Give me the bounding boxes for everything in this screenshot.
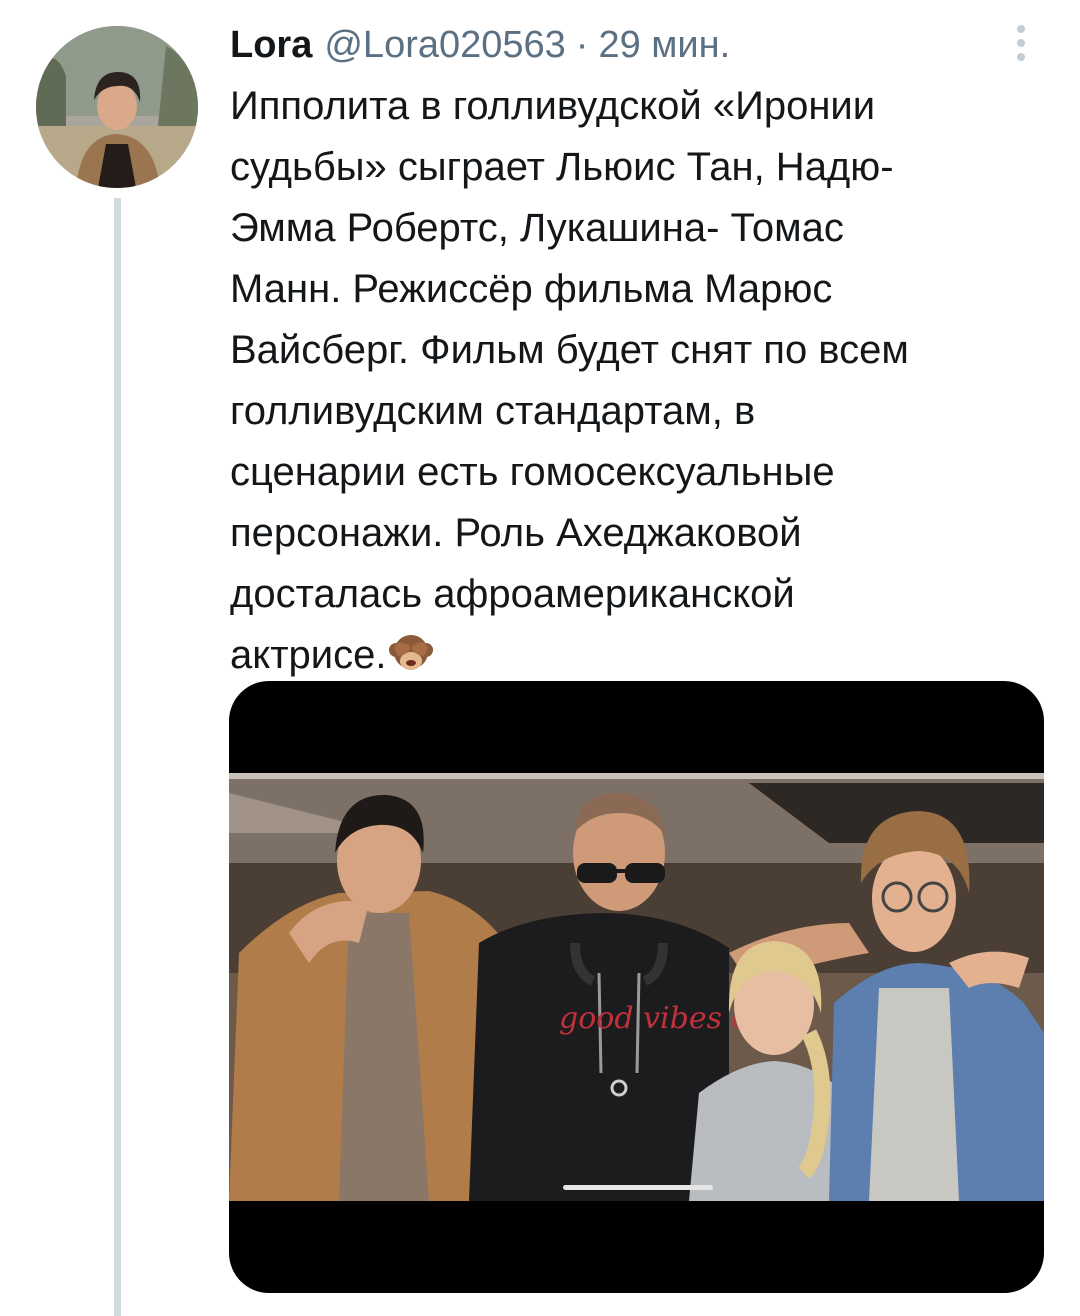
vertical-ellipsis-icon[interactable]	[1006, 20, 1036, 66]
tweet-text-line: актрисе.	[230, 633, 387, 677]
tweet-text-line: досталась афроамериканской	[230, 572, 795, 616]
tweet-timestamp[interactable]: 29 мин.	[598, 20, 730, 70]
tweet-text: Ипполита в голливудской «Иронии судьбы» …	[230, 76, 1030, 694]
tweet-header: Lora @Lora020563 · 29 мин.	[230, 20, 730, 70]
media-photo: good vibes only	[229, 773, 1044, 1201]
tweet-text-line: сценарии есть гомосексуальные	[230, 450, 835, 494]
author-avatar[interactable]	[36, 26, 198, 188]
tweet-text-line: Эмма Робертс, Лукашина- Томас	[230, 206, 844, 250]
avatar-photo	[36, 26, 198, 188]
thread-connector-line	[114, 198, 121, 1316]
media-scroll-indicator	[563, 1185, 713, 1190]
tweet-text-line: Ипполита в голливудской «Иронии	[230, 84, 876, 128]
tweet-text-line: судьбы» сыграет Льюис Тан, Надю-	[230, 145, 894, 189]
author-handle[interactable]: @Lora020563	[324, 20, 565, 70]
author-display-name[interactable]: Lora	[230, 20, 312, 70]
tweet-text-line: голливудским стандартам, в	[230, 389, 756, 433]
header-separator: ·	[575, 24, 589, 66]
tweet-text-line: персонажи. Роль Ахеджаковой	[230, 511, 802, 555]
tweet-media[interactable]: good vibes only	[229, 681, 1044, 1293]
tweet-text-line: Вайсберг. Фильм будет снят по всем	[230, 328, 909, 372]
tweet-text-line: Манн. Режиссёр фильма Марюс	[230, 267, 833, 311]
